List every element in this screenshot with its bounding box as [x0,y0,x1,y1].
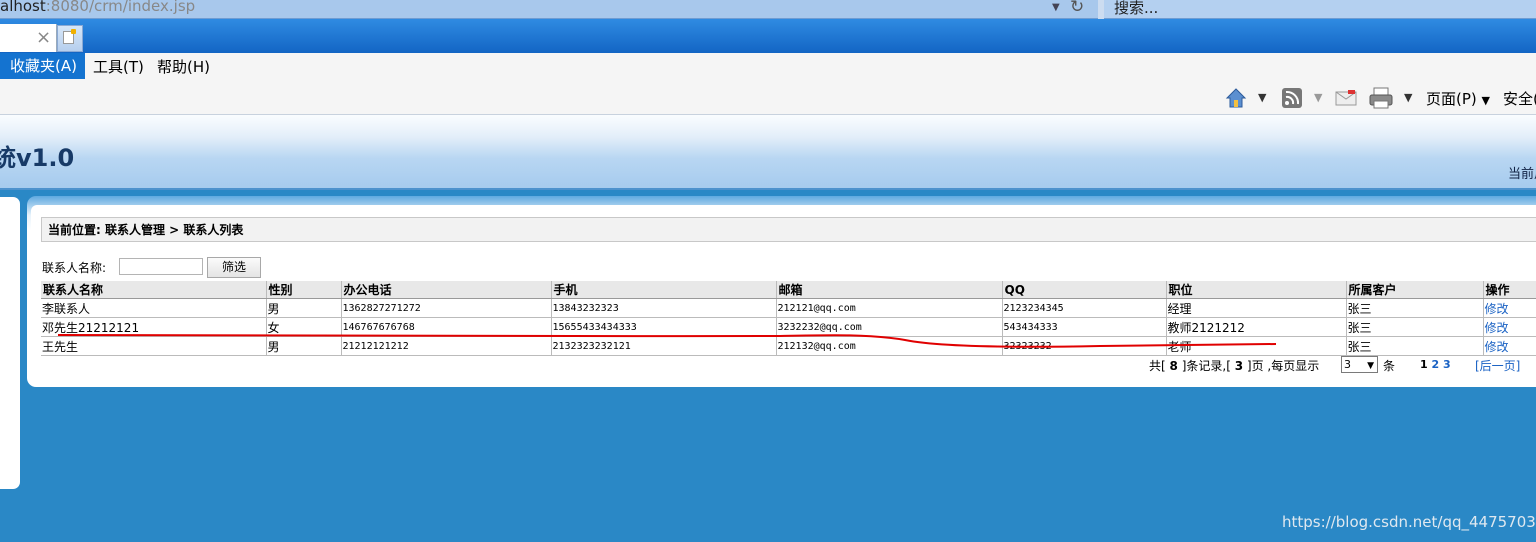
col-header-gender: 性别 [265,281,341,299]
refresh-icon[interactable]: ↻ [1070,0,1084,17]
cell-action: 修改 [1482,298,1536,318]
new-tab-icon[interactable] [63,29,76,44]
menu-bar [0,53,1536,81]
menu-help[interactable]: 帮助(H) [157,53,210,81]
cell-position: 经理 [1165,298,1346,318]
cell-mobile: 13843232323 [550,298,776,318]
page-number-link[interactable]: 3 [1443,358,1451,371]
col-header-action: 操作 [1482,281,1536,299]
cell-name: 李联系人 [41,298,266,318]
cell-customer: 张三 [1345,317,1483,337]
breadcrumb-text: 当前位置: 联系人管理 > 联系人列表 [48,223,244,237]
watermark: https://blog.csdn.net/qq_44757034 [1282,513,1536,531]
current-user-label: 当前用 [1508,167,1536,182]
next-page-link[interactable]: [后一页] [1475,357,1520,374]
page-menu[interactable]: 页面(P) ▼ [1426,88,1490,109]
rss-feed-icon[interactable] [1281,87,1303,109]
command-bar [0,81,1536,115]
edit-link[interactable]: 修改 [1485,302,1509,316]
mail-icon[interactable] [1335,89,1357,107]
page-size-select[interactable]: 3 ▼ [1341,356,1378,373]
edit-link[interactable]: 修改 [1485,321,1509,335]
col-header-name: 联系人名称 [41,281,266,299]
tab-strip [0,19,1536,53]
page-numbers: 1 2 3 [1420,358,1451,371]
cell-office-phone: 1362827271272 [340,298,551,318]
home-icon[interactable] [1225,87,1247,109]
pager-unit: 条 [1383,359,1396,373]
address-url[interactable]: alhost:8080/crm/index.jsp [0,0,195,15]
contact-name-input[interactable] [119,258,203,275]
cell-gender: 男 [265,298,341,318]
col-header-email: 邮箱 [775,281,1002,299]
cell-action: 修改 [1482,317,1536,337]
col-header-customer: 所属客户 [1345,281,1483,299]
address-dropdown-icon[interactable]: ▼ [1052,2,1060,13]
page-number-current: 1 [1420,358,1428,371]
page-dropdown-icon[interactable]: ▼ [1482,94,1490,107]
cell-customer: 张三 [1345,298,1483,318]
col-header-office-phone: 办公电话 [340,281,551,299]
breadcrumb [41,217,1536,242]
col-header-mobile: 手机 [550,281,776,299]
table-row: 李联系人 男 1362827271272 13843232323 212121@… [41,298,1536,318]
search-placeholder[interactable]: 搜索... [1114,0,1158,18]
menu-tools[interactable]: 工具(T) [93,53,144,81]
col-header-qq: QQ [1001,281,1166,299]
print-dropdown-icon[interactable]: ▼ [1404,91,1412,104]
close-icon[interactable]: × [36,27,51,48]
edit-link[interactable]: 修改 [1485,340,1509,354]
cell-action: 修改 [1482,336,1536,356]
crm-title: 统v1.0 [0,144,75,172]
page-number-link[interactable]: 2 [1432,358,1440,371]
filter-label: 联系人名称: [42,261,107,275]
safety-menu[interactable]: 安全( [1503,88,1536,109]
chevron-down-icon: ▼ [1367,361,1374,371]
cell-email: 212121@qq.com [775,298,1002,318]
home-dropdown-icon[interactable]: ▼ [1258,91,1266,104]
cell-customer: 张三 [1345,336,1483,356]
feed-dropdown-icon[interactable]: ▼ [1314,91,1322,104]
print-icon[interactable] [1368,86,1394,110]
cell-qq: 2123234345 [1001,298,1166,318]
menu-favorites[interactable]: 收藏夹(A) [0,53,85,79]
red-annotation-line [57,333,1277,348]
filter-button[interactable]: 筛选 [207,257,261,278]
search-bar[interactable] [1104,0,1536,19]
crm-header [0,115,1536,190]
col-header-position: 职位 [1165,281,1346,299]
table-header-row: 联系人名称 性别 办公电话 手机 邮箱 QQ 职位 所属客户 操作 [41,281,1536,299]
